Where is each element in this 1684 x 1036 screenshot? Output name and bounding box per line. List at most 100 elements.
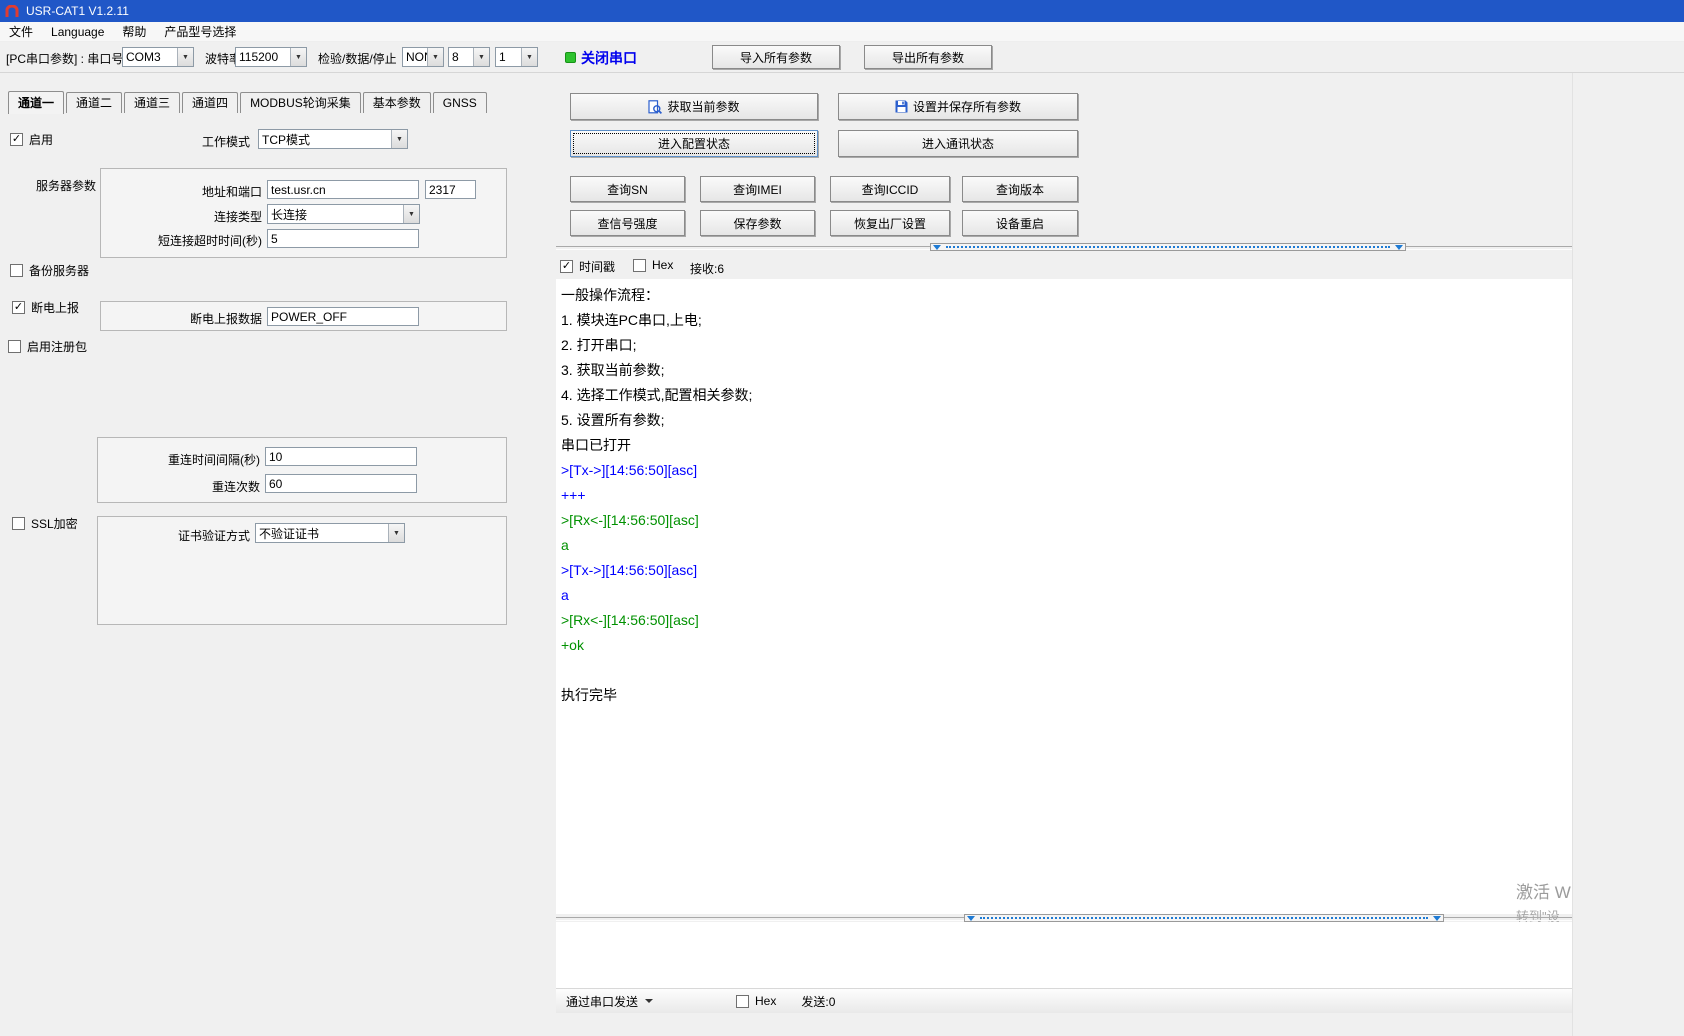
log-line: 1. 模块连PC串口,上电; — [561, 308, 1572, 333]
tab-modbus-polling[interactable]: MODBUS轮询采集 — [240, 92, 361, 113]
chevron-down-icon[interactable]: ▼ — [177, 48, 193, 66]
reconnect-interval-label: 重连时间间隔(秒) — [118, 451, 260, 468]
log-line: 一般操作流程： — [561, 283, 1572, 308]
query-iccid-button[interactable]: 查询ICCID — [830, 176, 950, 202]
log-line: >[Tx->][14:56:50][asc] — [561, 558, 1572, 583]
sent-count-label: 发送:0 — [801, 993, 835, 1010]
close-port-button[interactable]: 关闭串口 — [581, 48, 637, 68]
checkbox-unchecked-icon — [10, 264, 23, 277]
send-toolbar: 通过串口发送 Hex 发送:0 — [556, 988, 1572, 1013]
checkbox-unchecked-icon — [633, 259, 646, 272]
channel-tabs: 通道一 通道二 通道三 通道四 MODBUS轮询采集 基本参数 GNSS — [8, 90, 489, 113]
tab-basic-params[interactable]: 基本参数 — [363, 92, 431, 113]
short-timeout-label: 短连接超时时间(秒) — [120, 232, 262, 249]
checkbox-checked-icon: ✓ — [12, 301, 25, 314]
splitter-handle[interactable] — [964, 914, 1444, 922]
log-line — [561, 658, 1572, 683]
checkbox-checked-icon: ✓ — [10, 133, 23, 146]
chevron-down-icon[interactable]: ▼ — [391, 130, 407, 148]
import-params-button[interactable]: 导入所有参数 — [712, 45, 840, 69]
chevron-down-icon[interactable]: ▼ — [473, 48, 489, 66]
set-save-params-button[interactable]: 设置并保存所有参数 — [838, 93, 1078, 120]
tab-channel-1[interactable]: 通道一 — [8, 91, 64, 114]
app-logo-icon — [5, 5, 19, 18]
query-version-button[interactable]: 查询版本 — [962, 176, 1078, 202]
log-line: 2. 打开串口; — [561, 333, 1572, 358]
query-imei-button[interactable]: 查询IMEI — [700, 176, 815, 202]
short-timeout-input[interactable] — [267, 229, 419, 248]
server-params-label: 服务器参数 — [36, 177, 96, 194]
menu-file[interactable]: 文件 — [0, 21, 42, 42]
timestamp-checkbox[interactable]: ✓ 时间戳 — [560, 258, 615, 275]
parity-select[interactable]: NONI ▼ — [402, 47, 444, 67]
tab-gnss[interactable]: GNSS — [433, 92, 487, 113]
power-off-data-input[interactable] — [267, 307, 419, 326]
register-packet-checkbox[interactable]: 启用注册包 — [8, 338, 87, 355]
reconnect-interval-input[interactable] — [265, 447, 417, 466]
tab-channel-3[interactable]: 通道三 — [124, 92, 180, 113]
app-window: USR-CAT1 V1.2.11 文件 Language 帮助 产品型号选择 [… — [0, 0, 1684, 1036]
splitter-handle[interactable] — [930, 243, 1406, 251]
log-line: 4. 选择工作模式,配置相关参数; — [561, 383, 1572, 408]
chevron-down-icon[interactable]: ▼ — [427, 48, 443, 66]
conn-type-select[interactable]: 长连接 ▼ — [267, 204, 420, 224]
tab-channel-4[interactable]: 通道四 — [182, 92, 238, 113]
log-area[interactable]: 一般操作流程：1. 模块连PC串口,上电;2. 打开串口;3. 获取当前参数;4… — [556, 279, 1572, 914]
splitter-arrow-icon — [1395, 245, 1403, 250]
checkbox-checked-icon: ✓ — [560, 260, 573, 273]
checkbox-unchecked-icon — [736, 995, 749, 1008]
power-off-report-checkbox[interactable]: ✓ 断电上报 — [12, 299, 79, 316]
send-splitter[interactable] — [556, 914, 1572, 922]
ssl-checkbox[interactable]: SSL加密 — [12, 515, 78, 532]
server-address-input[interactable] — [267, 180, 419, 199]
log-line: 5. 设置所有参数; — [561, 408, 1572, 433]
menu-language[interactable]: Language — [42, 23, 113, 41]
backup-server-checkbox[interactable]: 备份服务器 — [10, 262, 89, 279]
work-mode-select[interactable]: TCP模式 ▼ — [258, 129, 408, 149]
search-doc-icon — [648, 100, 662, 114]
save-params-button[interactable]: 保存参数 — [700, 210, 815, 236]
log-line: 串口已打开 — [561, 433, 1572, 458]
get-params-button[interactable]: 获取当前参数 — [570, 93, 818, 120]
query-sn-button[interactable]: 查询SN — [570, 176, 685, 202]
log-line: +++ — [561, 483, 1572, 508]
menu-product-model[interactable]: 产品型号选择 — [155, 21, 245, 42]
send-hex-checkbox[interactable]: Hex — [736, 994, 776, 1008]
recv-hex-checkbox[interactable]: Hex — [633, 258, 673, 272]
device-restart-button[interactable]: 设备重启 — [962, 210, 1078, 236]
com-port-select[interactable]: COM3 ▼ — [122, 47, 194, 67]
log-splitter[interactable] — [556, 243, 1572, 251]
power-off-data-label: 断电上报数据 — [120, 310, 262, 327]
chevron-down-icon[interactable]: ▼ — [290, 48, 306, 66]
export-params-button[interactable]: 导出所有参数 — [864, 45, 992, 69]
splitter-arrow-icon — [1433, 916, 1441, 921]
server-port-input[interactable] — [425, 180, 476, 199]
serial-toolbar: [PC串口参数] : 串口号 COM3 ▼ 波特率 115200 ▼ 检验/数据… — [0, 42, 1684, 73]
data-bits-select[interactable]: 8 ▼ — [448, 47, 490, 67]
splitter-dots — [946, 246, 1390, 248]
splitter-dots — [980, 917, 1428, 919]
reconnect-count-input[interactable] — [265, 474, 417, 493]
port-status-indicator — [565, 52, 576, 63]
chevron-down-icon[interactable]: ▼ — [403, 205, 419, 223]
enter-config-button[interactable]: 进入配置状态 — [570, 130, 818, 157]
chevron-down-icon[interactable]: ▼ — [388, 524, 404, 542]
menu-help[interactable]: 帮助 — [113, 21, 155, 42]
menu-bar: 文件 Language 帮助 产品型号选择 — [0, 22, 1684, 42]
stop-bits-select[interactable]: 1 ▼ — [495, 47, 538, 67]
tab-channel-2[interactable]: 通道二 — [66, 92, 122, 113]
baud-rate-select[interactable]: 115200 ▼ — [235, 47, 307, 67]
send-via-serial-button[interactable]: 通过串口发送 — [558, 991, 661, 1012]
serial-port-label: [PC串口参数] : 串口号 — [6, 50, 123, 67]
enable-checkbox[interactable]: ✓ 启用 — [10, 131, 53, 148]
factory-reset-button[interactable]: 恢复出厂设置 — [830, 210, 950, 236]
send-input[interactable] — [556, 922, 1572, 988]
cert-verify-select[interactable]: 不验证证书 ▼ — [255, 523, 405, 543]
splitter-arrow-icon — [967, 916, 975, 921]
right-margin — [1572, 73, 1684, 1036]
log-line: a — [561, 583, 1572, 608]
query-signal-button[interactable]: 查信号强度 — [570, 210, 685, 236]
chevron-down-icon[interactable]: ▼ — [521, 48, 537, 66]
log-line: a — [561, 533, 1572, 558]
enter-comm-button[interactable]: 进入通讯状态 — [838, 130, 1078, 157]
